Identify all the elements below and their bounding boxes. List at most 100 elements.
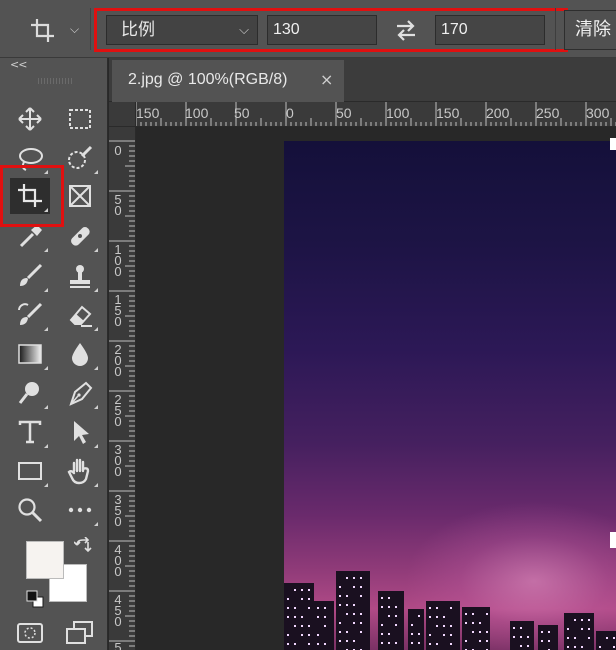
quick-mask-button[interactable]: [15, 618, 45, 648]
ruler-label: 200: [486, 105, 510, 121]
move-icon: [18, 107, 42, 131]
frame-icon: [69, 185, 91, 207]
divider: [90, 8, 91, 50]
crop-handle[interactable]: [610, 138, 616, 150]
blur-tool[interactable]: [60, 336, 100, 372]
type-tool[interactable]: [10, 414, 50, 450]
building: [284, 583, 314, 650]
clone-stamp-tool[interactable]: [60, 258, 100, 294]
annotation-highlight: [0, 165, 64, 227]
eraser-icon: [69, 305, 92, 327]
ruler-label: 400: [114, 542, 122, 579]
collapse-panel-icon[interactable]: <<: [10, 58, 27, 71]
screen-mode-button[interactable]: [64, 618, 94, 648]
ruler-label: 100: [386, 105, 410, 121]
chevron-down-icon: ⌵: [70, 22, 80, 36]
blur-icon: [72, 343, 88, 366]
ruler-label: 250: [114, 392, 122, 429]
gradient-icon: [18, 344, 42, 364]
ruler-label: 450: [114, 592, 122, 629]
zoom-icon: [18, 498, 43, 523]
default-colors-icon: [26, 590, 44, 608]
move-tool[interactable]: [10, 101, 50, 137]
hand-tool[interactable]: [60, 453, 100, 489]
ruler-label: 250: [536, 105, 560, 121]
path-select-tool[interactable]: [60, 414, 100, 450]
dodge-icon: [18, 382, 39, 404]
building: [426, 601, 460, 650]
type-icon: [18, 420, 42, 444]
document-tab-bar: 2.jpg @ 100%(RGB/8) ×: [109, 58, 616, 102]
ruler-label: 50: [234, 105, 250, 121]
hand-icon: [67, 458, 90, 485]
document-image[interactable]: [284, 141, 616, 650]
ruler-origin[interactable]: [109, 102, 136, 127]
swap-dimensions-button[interactable]: [392, 17, 420, 43]
building: [314, 601, 334, 650]
document-tab[interactable]: 2.jpg @ 100%(RGB/8) ×: [112, 60, 344, 102]
ratio-select[interactable]: 比例 ⌵: [106, 15, 258, 45]
options-bar: ⌵ 比例 ⌵ 130 170 清除: [0, 0, 616, 58]
foreground-color-swatch[interactable]: [26, 541, 64, 579]
rectangle-shape-icon: [18, 462, 42, 480]
clear-button[interactable]: 清除: [564, 10, 616, 50]
ratio-select-value: 比例: [121, 20, 155, 40]
width-input[interactable]: 130: [267, 15, 377, 45]
building: [336, 571, 370, 650]
building: [408, 609, 424, 650]
ruler-label: 50: [114, 192, 122, 218]
tool-preset-picker[interactable]: ⌵: [24, 12, 88, 48]
ruler-label: 100: [114, 242, 122, 279]
building: [378, 591, 404, 650]
quick-select-icon: [68, 145, 93, 169]
horizontal-ruler[interactable]: 150 100 50 0 50 100 150 200 250 300: [136, 102, 616, 127]
history-brush-tool[interactable]: [10, 297, 50, 333]
gradient-tool[interactable]: [10, 336, 50, 372]
clone-stamp-icon: [70, 265, 90, 288]
ruler-label: 150: [436, 105, 460, 121]
more-tools[interactable]: [60, 492, 100, 528]
frame-tool[interactable]: [60, 178, 100, 214]
quick-mask-icon: [17, 623, 43, 643]
building: [462, 607, 490, 650]
pen-tool[interactable]: [60, 375, 100, 411]
vertical-ruler[interactable]: 0 50 100 150 200 250 300 350 400 450 5: [109, 127, 136, 650]
swap-colors-button[interactable]: [73, 536, 92, 555]
building: [596, 631, 616, 650]
close-icon[interactable]: ×: [320, 70, 333, 89]
marquee-tool[interactable]: [60, 101, 100, 137]
eraser-tool[interactable]: [60, 297, 100, 333]
ruler-label: 200: [114, 342, 122, 379]
brush-tool[interactable]: [10, 258, 50, 294]
pen-icon: [69, 381, 93, 406]
rect-marquee-icon: [69, 109, 91, 129]
path-select-icon: [74, 421, 89, 444]
ruler-label: 50: [336, 105, 352, 121]
dodge-tool[interactable]: [10, 375, 50, 411]
building: [564, 613, 594, 650]
crop-icon: [31, 19, 54, 42]
crop-handle[interactable]: [610, 532, 616, 548]
quick-select-tool[interactable]: [60, 140, 100, 176]
swap-colors-icon: [73, 536, 92, 553]
ruler-label: 150: [136, 105, 160, 121]
zoom-tool[interactable]: [10, 492, 50, 528]
ruler-label: 5: [114, 640, 122, 650]
building: [538, 625, 558, 650]
ruler-label: 350: [114, 492, 122, 529]
ruler-label: 0: [114, 143, 122, 158]
height-input[interactable]: 170: [435, 15, 545, 45]
panel-grip[interactable]: [38, 78, 72, 84]
more-tools-icon: [68, 507, 92, 513]
ruler-label: 150: [114, 292, 122, 329]
ruler-label: 100: [185, 105, 209, 121]
brush-icon: [20, 263, 43, 286]
swap-arrows-icon: [397, 20, 415, 41]
canvas-workspace[interactable]: [136, 127, 616, 650]
divider: [555, 8, 556, 50]
rectangle-tool[interactable]: [10, 453, 50, 489]
document-tab-title: 2.jpg @ 100%(RGB/8): [128, 71, 288, 88]
default-colors-button[interactable]: [26, 590, 44, 608]
healing-brush-tool[interactable]: [60, 218, 100, 254]
building: [510, 621, 534, 650]
